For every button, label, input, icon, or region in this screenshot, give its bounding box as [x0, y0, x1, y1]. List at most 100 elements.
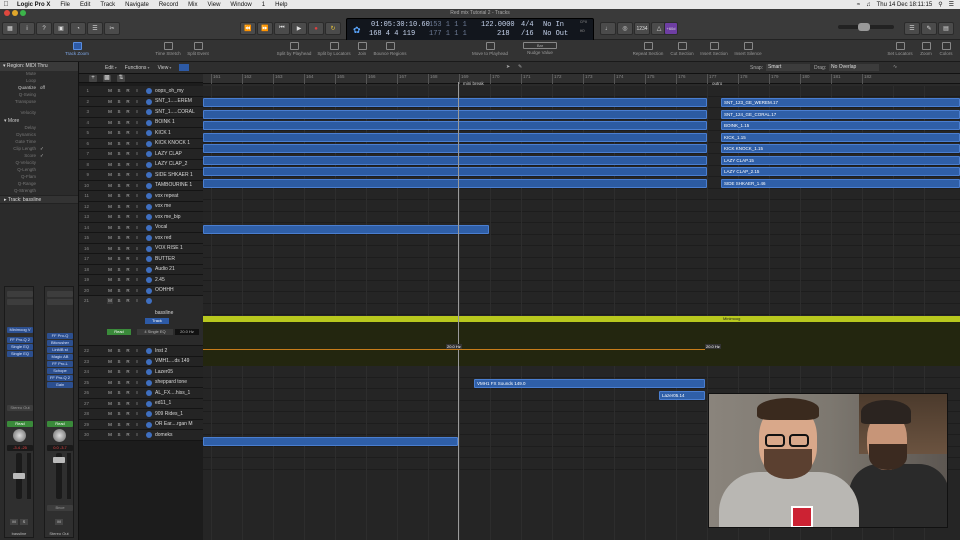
- track-header[interactable]: 12 M S R Ivox me: [79, 201, 203, 212]
- track-header[interactable]: 14 M S R I Vocal: [79, 222, 203, 233]
- plugin-slot-2[interactable]: Single EQ: [7, 344, 33, 350]
- eq-slot[interactable]: [47, 299, 73, 305]
- record-button[interactable]: R: [125, 162, 131, 168]
- track-name[interactable]: BOINK 1: [155, 119, 201, 125]
- notepad-icon[interactable]: ✎: [921, 22, 937, 35]
- track-name[interactable]: 2.45: [155, 277, 201, 283]
- nudge-value-button[interactable]: Bar Nudge Value: [516, 42, 564, 55]
- track-header[interactable]: 7 M S R I LAZY CLAP: [79, 149, 203, 160]
- mute-button[interactable]: M: [107, 246, 113, 252]
- input-monitor-button[interactable]: I: [134, 369, 140, 375]
- menu-help[interactable]: Help: [270, 2, 292, 8]
- input-monitor-button[interactable]: I: [134, 390, 140, 396]
- solo-button[interactable]: S: [116, 288, 122, 294]
- track-header[interactable]: 22 M S R I Inst 2: [79, 346, 203, 357]
- output-slot[interactable]: Stereo Out: [7, 405, 33, 411]
- region[interactable]: SNT_124_GE_CORAL.17: [721, 109, 960, 119]
- track-header[interactable]: 24 M S R I Lazer05: [79, 367, 203, 378]
- track-header[interactable]: 10 M S R I TAMBOURINE 1: [79, 180, 203, 191]
- input-monitor-button[interactable]: I: [134, 183, 140, 189]
- ins-row-loop[interactable]: Loop: [0, 78, 78, 85]
- track-name[interactable]: Lazer05: [155, 369, 201, 375]
- track-lane[interactable]: [203, 305, 960, 315]
- solo-button[interactable]: S: [116, 141, 122, 147]
- track-header[interactable]: 23 M S R I VMH1....ds 149: [79, 356, 203, 367]
- bounce-button[interactable]: Bnce: [47, 505, 73, 511]
- marker-outro[interactable]: outro: [712, 81, 722, 86]
- track-lane[interactable]: [203, 282, 960, 292]
- track-name[interactable]: VOX RISE 1: [155, 245, 201, 251]
- cycle-icon[interactable]: ↻: [325, 22, 341, 35]
- track-name[interactable]: KICK 1: [155, 130, 201, 136]
- record-button[interactable]: R: [125, 130, 131, 136]
- plugin-slot-7[interactable]: FF Pro-Q 2: [47, 375, 73, 381]
- record-button[interactable]: R: [125, 214, 131, 220]
- track-header[interactable]: 8 M S R I LAZY CLAP_2: [79, 159, 203, 170]
- track-name[interactable]: vox me: [155, 203, 201, 209]
- track-name[interactable]: vox me_bip: [155, 214, 201, 220]
- quickhelp-icon[interactable]: ?: [36, 22, 52, 35]
- input-monitor-button[interactable]: I: [134, 267, 140, 273]
- region[interactable]: [203, 167, 707, 176]
- menu-file[interactable]: File: [55, 2, 75, 8]
- mute-button[interactable]: M: [107, 109, 113, 115]
- input-monitor-button[interactable]: I: [134, 109, 140, 115]
- mute-button[interactable]: M: [107, 348, 113, 354]
- input-monitor-button[interactable]: I: [134, 246, 140, 252]
- record-icon[interactable]: ●: [308, 22, 324, 35]
- track-name[interactable]: sheppard tone: [155, 379, 201, 385]
- menu-clock[interactable]: Thu 14 Dec 18:11:15: [877, 2, 933, 8]
- track-header[interactable]: 11 M S R Ivox repeat: [79, 191, 203, 202]
- record-button[interactable]: R: [125, 235, 131, 241]
- inspector-icon[interactable]: i: [19, 22, 35, 35]
- mute-button[interactable]: M: [107, 183, 113, 189]
- record-button[interactable]: R: [125, 225, 131, 231]
- track-lane[interactable]: [203, 259, 960, 269]
- record-button[interactable]: R: [125, 277, 131, 283]
- snap-select[interactable]: Smart: [766, 64, 810, 71]
- automation-mode[interactable]: Read: [47, 421, 73, 427]
- input-monitor-button[interactable]: I: [134, 277, 140, 283]
- track-name[interactable]: domeks: [155, 432, 201, 438]
- track-name[interactable]: SNT_1.....CORAL: [155, 109, 201, 115]
- solo-button[interactable]: S: [116, 256, 122, 262]
- record-button[interactable]: R: [125, 88, 131, 94]
- mute-button[interactable]: M: [107, 225, 113, 231]
- mute-button[interactable]: M: [107, 411, 113, 417]
- track-header[interactable]: 18 M S R I Audio 21: [79, 264, 203, 275]
- setting-slot[interactable]: [7, 291, 33, 297]
- solo-button[interactable]: S: [116, 109, 122, 115]
- solo-button[interactable]: S: [116, 172, 122, 178]
- read-button[interactable]: Read: [107, 329, 131, 335]
- track-lane[interactable]: [203, 236, 960, 246]
- toolbar-icon[interactable]: ▣: [53, 22, 69, 35]
- lcd-mode-icon[interactable]: ✿: [353, 26, 361, 36]
- forward-icon[interactable]: ⏩: [257, 22, 273, 35]
- marker-badge[interactable]: +60d: [664, 22, 678, 35]
- list-icon[interactable]: ☰: [949, 1, 954, 8]
- browsers-icon[interactable]: ▤: [938, 22, 954, 35]
- rewind-icon[interactable]: ⏪: [240, 22, 256, 35]
- fader-cap[interactable]: [13, 473, 25, 479]
- track-header[interactable]: 6 M S R I KICK KNOCK 1: [79, 138, 203, 149]
- track-lane[interactable]: [203, 293, 960, 304]
- app-menu[interactable]: Logic Pro X: [12, 2, 55, 8]
- mute-button[interactable]: M: [107, 369, 113, 375]
- ins-more-section[interactable]: ▾ More: [0, 117, 78, 125]
- menu-record[interactable]: Record: [154, 2, 183, 8]
- region[interactable]: LAZY CLAP.15: [721, 155, 960, 165]
- tuner-icon[interactable]: ♩: [600, 22, 616, 35]
- duplicate-track-icon[interactable]: ▩: [103, 75, 111, 82]
- input-monitor-button[interactable]: I: [134, 151, 140, 157]
- record-button[interactable]: R: [125, 359, 131, 365]
- record-button[interactable]: R: [125, 183, 131, 189]
- track-name[interactable]: 909 Rides_1: [155, 411, 201, 417]
- menu-window[interactable]: Window: [225, 2, 256, 8]
- track-header[interactable]: 25 M S R Isheppard tone: [79, 377, 203, 388]
- record-button[interactable]: R: [125, 390, 131, 396]
- play-icon[interactable]: ▶: [291, 22, 307, 35]
- track-name[interactable]: Inst 2: [155, 348, 201, 354]
- input-monitor-button[interactable]: I: [134, 193, 140, 199]
- library-icon[interactable]: ▦: [2, 22, 18, 35]
- plugin-slot-2[interactable]: Bitcrusher: [47, 340, 73, 346]
